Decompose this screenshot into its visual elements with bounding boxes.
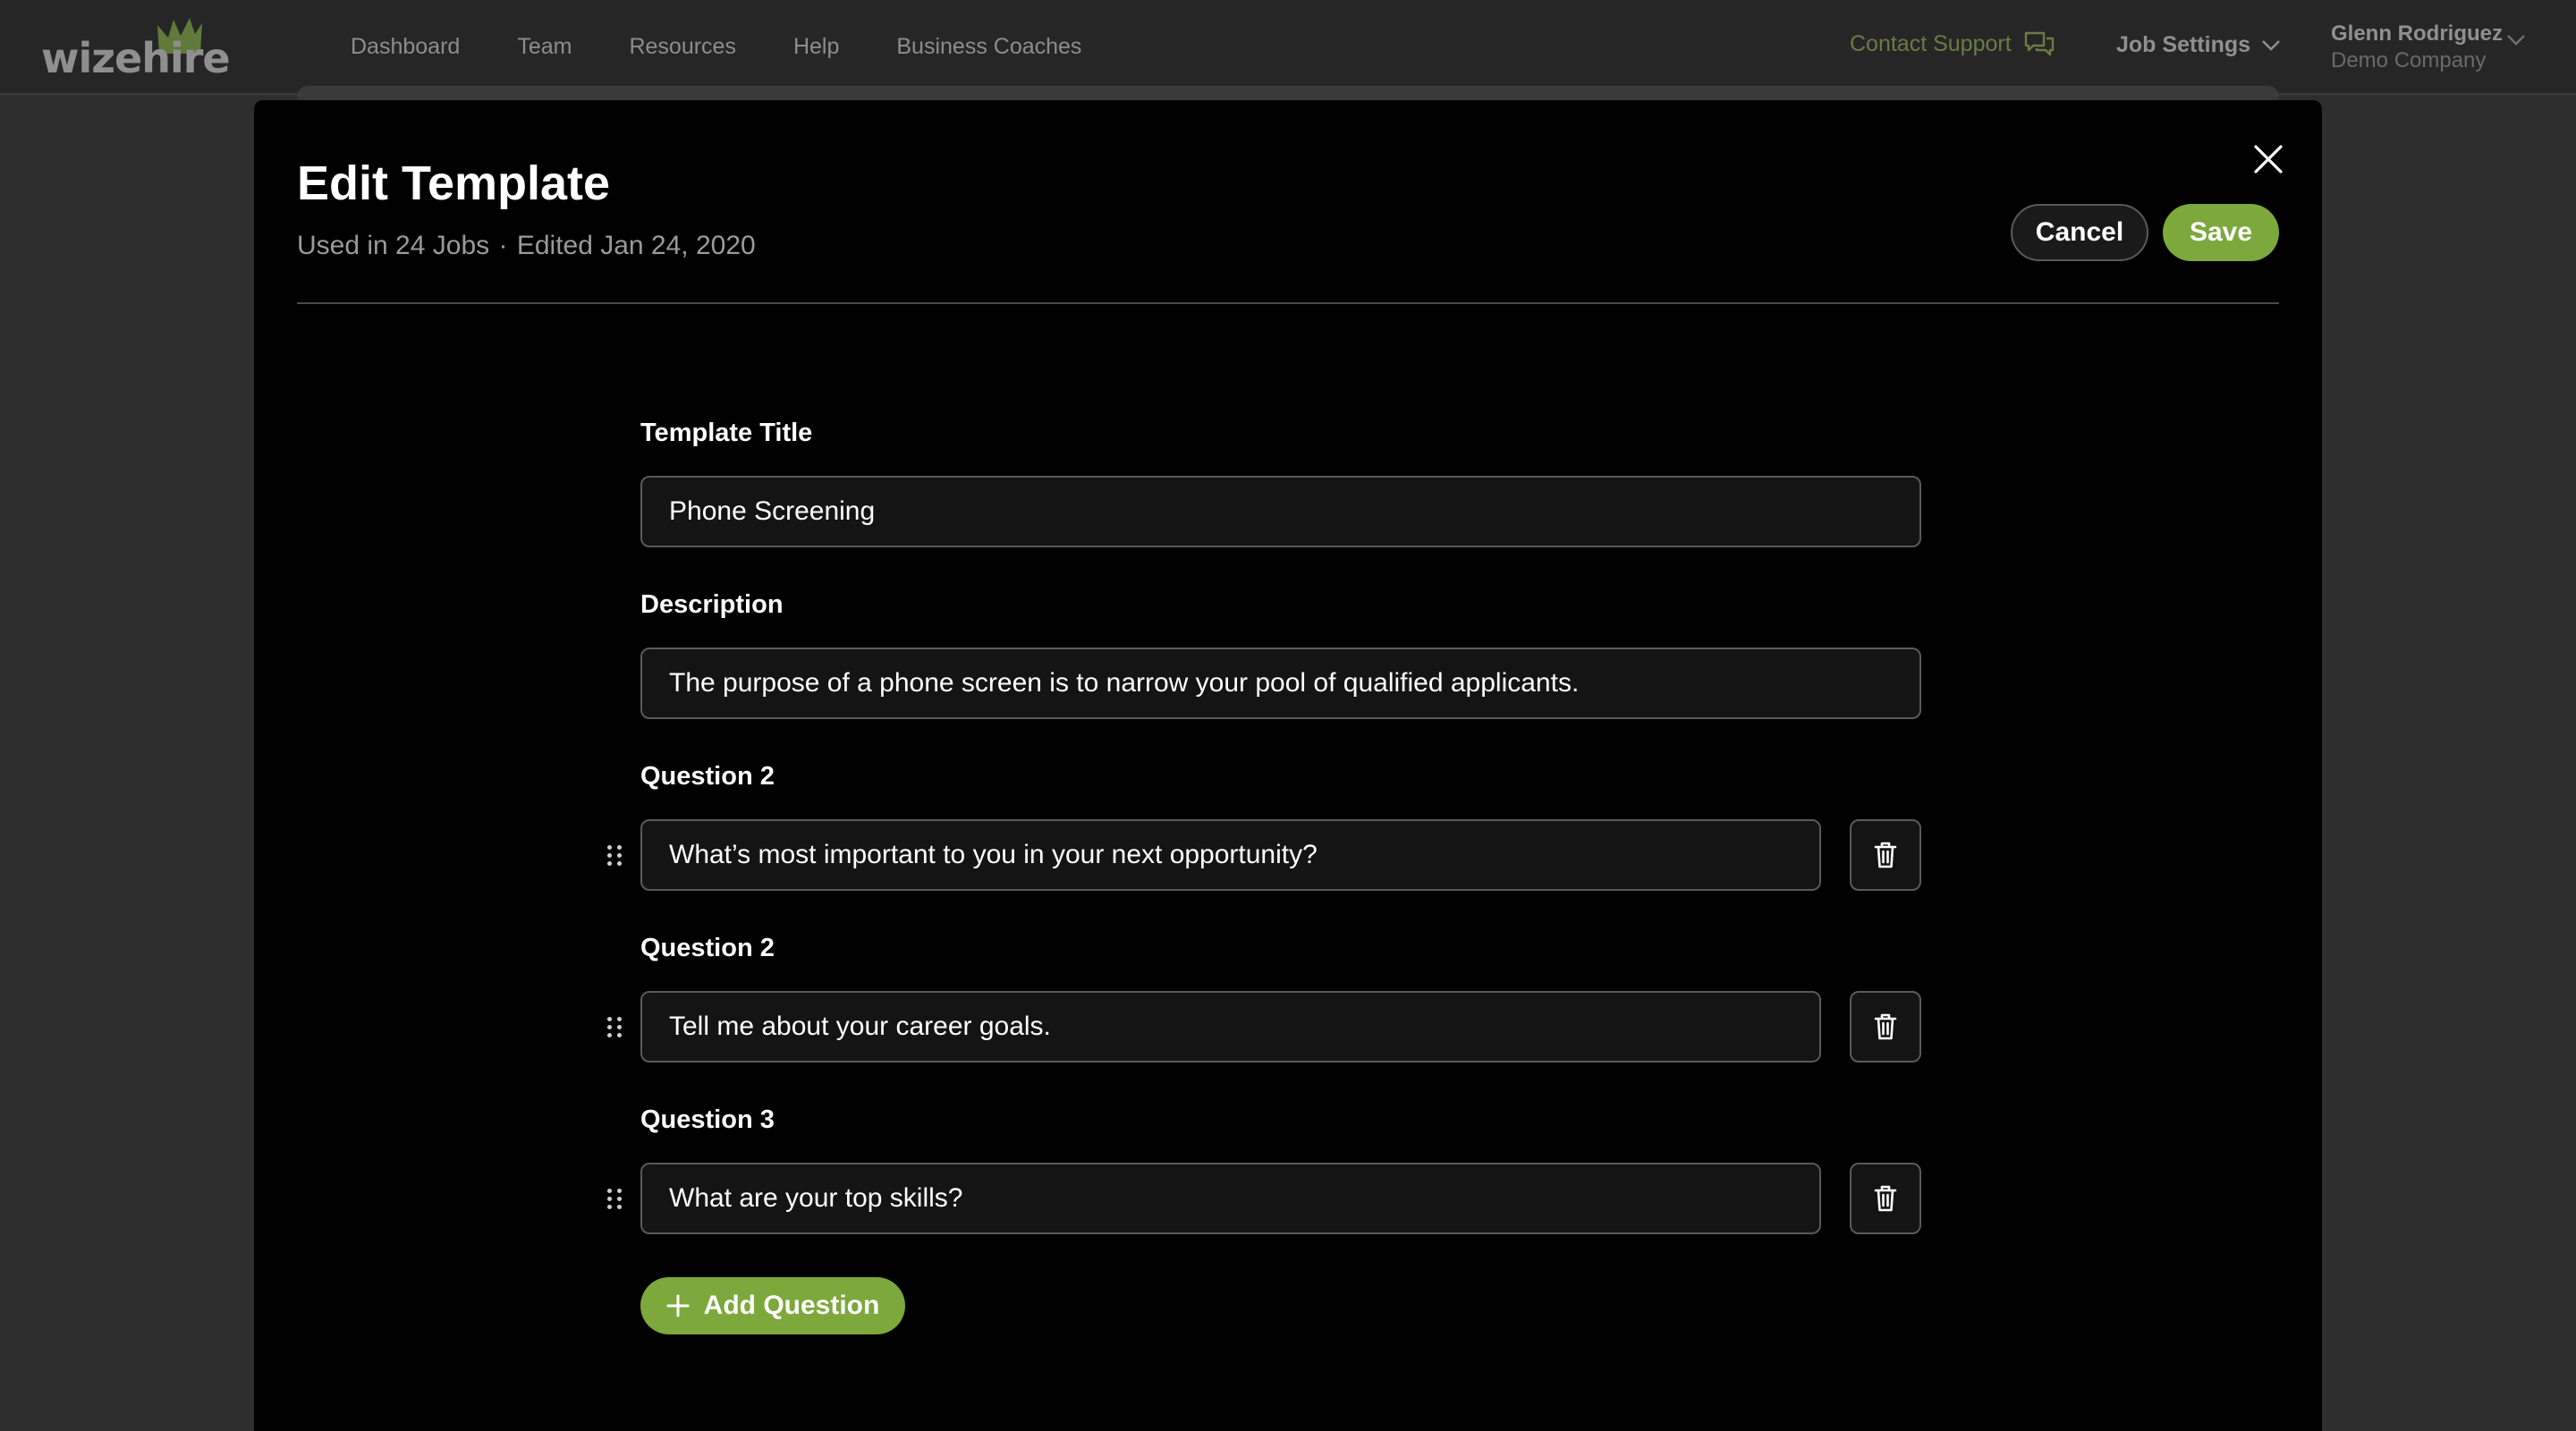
nav-item-business-coaches[interactable]: Business Coaches [896,34,1081,60]
delete-question-button[interactable] [1850,819,1921,891]
question-label: Question 2 [640,762,775,791]
main-nav: Dashboard Team Resources Help Business C… [351,34,1081,60]
modal-title: Edit Template [297,157,611,210]
template-edited-date: Edited Jan 24, 2020 [516,231,756,260]
question-input[interactable] [640,819,1821,891]
wizehire-logo[interactable]: wizehire [41,16,231,82]
plus-icon [666,1294,690,1317]
template-title-label: Template Title [640,419,813,447]
delete-question-button[interactable] [1850,1163,1921,1234]
add-question-label: Add Question [703,1291,880,1320]
question-label: Question 3 [640,1105,775,1134]
drag-handle-icon[interactable] [605,1185,624,1212]
template-title-input[interactable] [640,476,1921,547]
user-chevron-down-icon[interactable] [2506,34,2526,47]
trash-icon [1874,1185,1897,1212]
top-navigation: wizehire Dashboard Team Resources Help B… [0,0,2576,95]
drag-handle-icon[interactable] [605,1013,624,1040]
template-usage: Used in 24 Jobs [297,231,490,260]
job-settings-label: Job Settings [2116,32,2251,57]
nav-item-help[interactable]: Help [793,34,839,60]
trash-icon [1874,1013,1897,1040]
job-settings-menu[interactable]: Job Settings [2116,32,2281,58]
question-label: Question 2 [640,934,775,962]
question-input[interactable] [640,1163,1821,1234]
add-question-button[interactable]: Add Question [640,1277,905,1334]
user-company: Demo Company [2331,48,2487,72]
delete-question-button[interactable] [1850,991,1921,1063]
question-input[interactable] [640,991,1821,1063]
meta-separator: · [498,231,508,260]
chat-bubbles-icon [2024,31,2054,56]
nav-item-team[interactable]: Team [517,34,572,60]
nav-item-dashboard[interactable]: Dashboard [351,34,460,60]
user-name: Glenn Rodriguez [2331,21,2503,46]
contact-support-label: Contact Support [1850,30,2012,56]
trash-icon [1874,842,1897,868]
chevron-down-icon [2262,39,2280,51]
close-icon[interactable] [2241,132,2295,186]
description-input[interactable] [640,648,1921,719]
drag-handle-icon[interactable] [605,842,624,868]
description-label: Description [640,590,784,619]
logo-text: wizehire [41,34,231,82]
header-divider [297,302,2279,304]
edit-template-modal: Edit Template Used in 24 Jobs · Edited J… [254,100,2322,1431]
nav-item-resources[interactable]: Resources [629,34,736,60]
cancel-button[interactable]: Cancel [2011,204,2148,261]
user-menu[interactable]: Glenn Rodriguez Demo Company [2331,21,2503,73]
save-button[interactable]: Save [2163,204,2279,261]
contact-support-link[interactable]: Contact Support [1850,30,2055,57]
template-meta: Used in 24 Jobs · Edited Jan 24, 2020 [297,231,756,261]
